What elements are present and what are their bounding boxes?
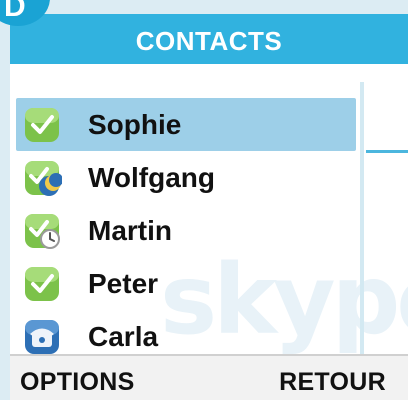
online-check-icon [22, 264, 62, 304]
contact-name: Carla [88, 320, 159, 352]
phone-screen-frame: CONTACTS skype Sophie [0, 0, 408, 400]
idle-clock-icon [22, 211, 62, 251]
contact-item-martin[interactable]: Martin [16, 204, 356, 257]
app-screen: CONTACTS skype Sophie [10, 14, 408, 400]
scrollbar-thumb[interactable] [366, 150, 408, 153]
contact-item-peter[interactable]: Peter [16, 257, 356, 310]
header-bar: CONTACTS [10, 14, 408, 64]
options-softkey[interactable]: OPTIONS [20, 368, 135, 397]
contact-item-sophie[interactable]: Sophie [16, 98, 356, 151]
contact-item-wolfgang[interactable]: Wolfgang [16, 151, 356, 204]
softkey-bar: OPTIONS RETOUR [10, 354, 408, 400]
contact-name: Peter [88, 267, 159, 299]
contact-list[interactable]: skype Sophie [10, 64, 408, 357]
step-badge-letter: D [4, 0, 26, 23]
scrollbar-track[interactable] [360, 82, 364, 354]
contact-name: Martin [88, 214, 172, 246]
contact-name: Sophie [88, 108, 182, 140]
contact-name: Wolfgang [88, 161, 216, 193]
back-softkey[interactable]: RETOUR [279, 368, 386, 397]
away-moon-icon [22, 158, 62, 198]
online-check-icon [22, 105, 62, 145]
page-title: CONTACTS [135, 25, 283, 56]
phone-icon [22, 317, 62, 357]
